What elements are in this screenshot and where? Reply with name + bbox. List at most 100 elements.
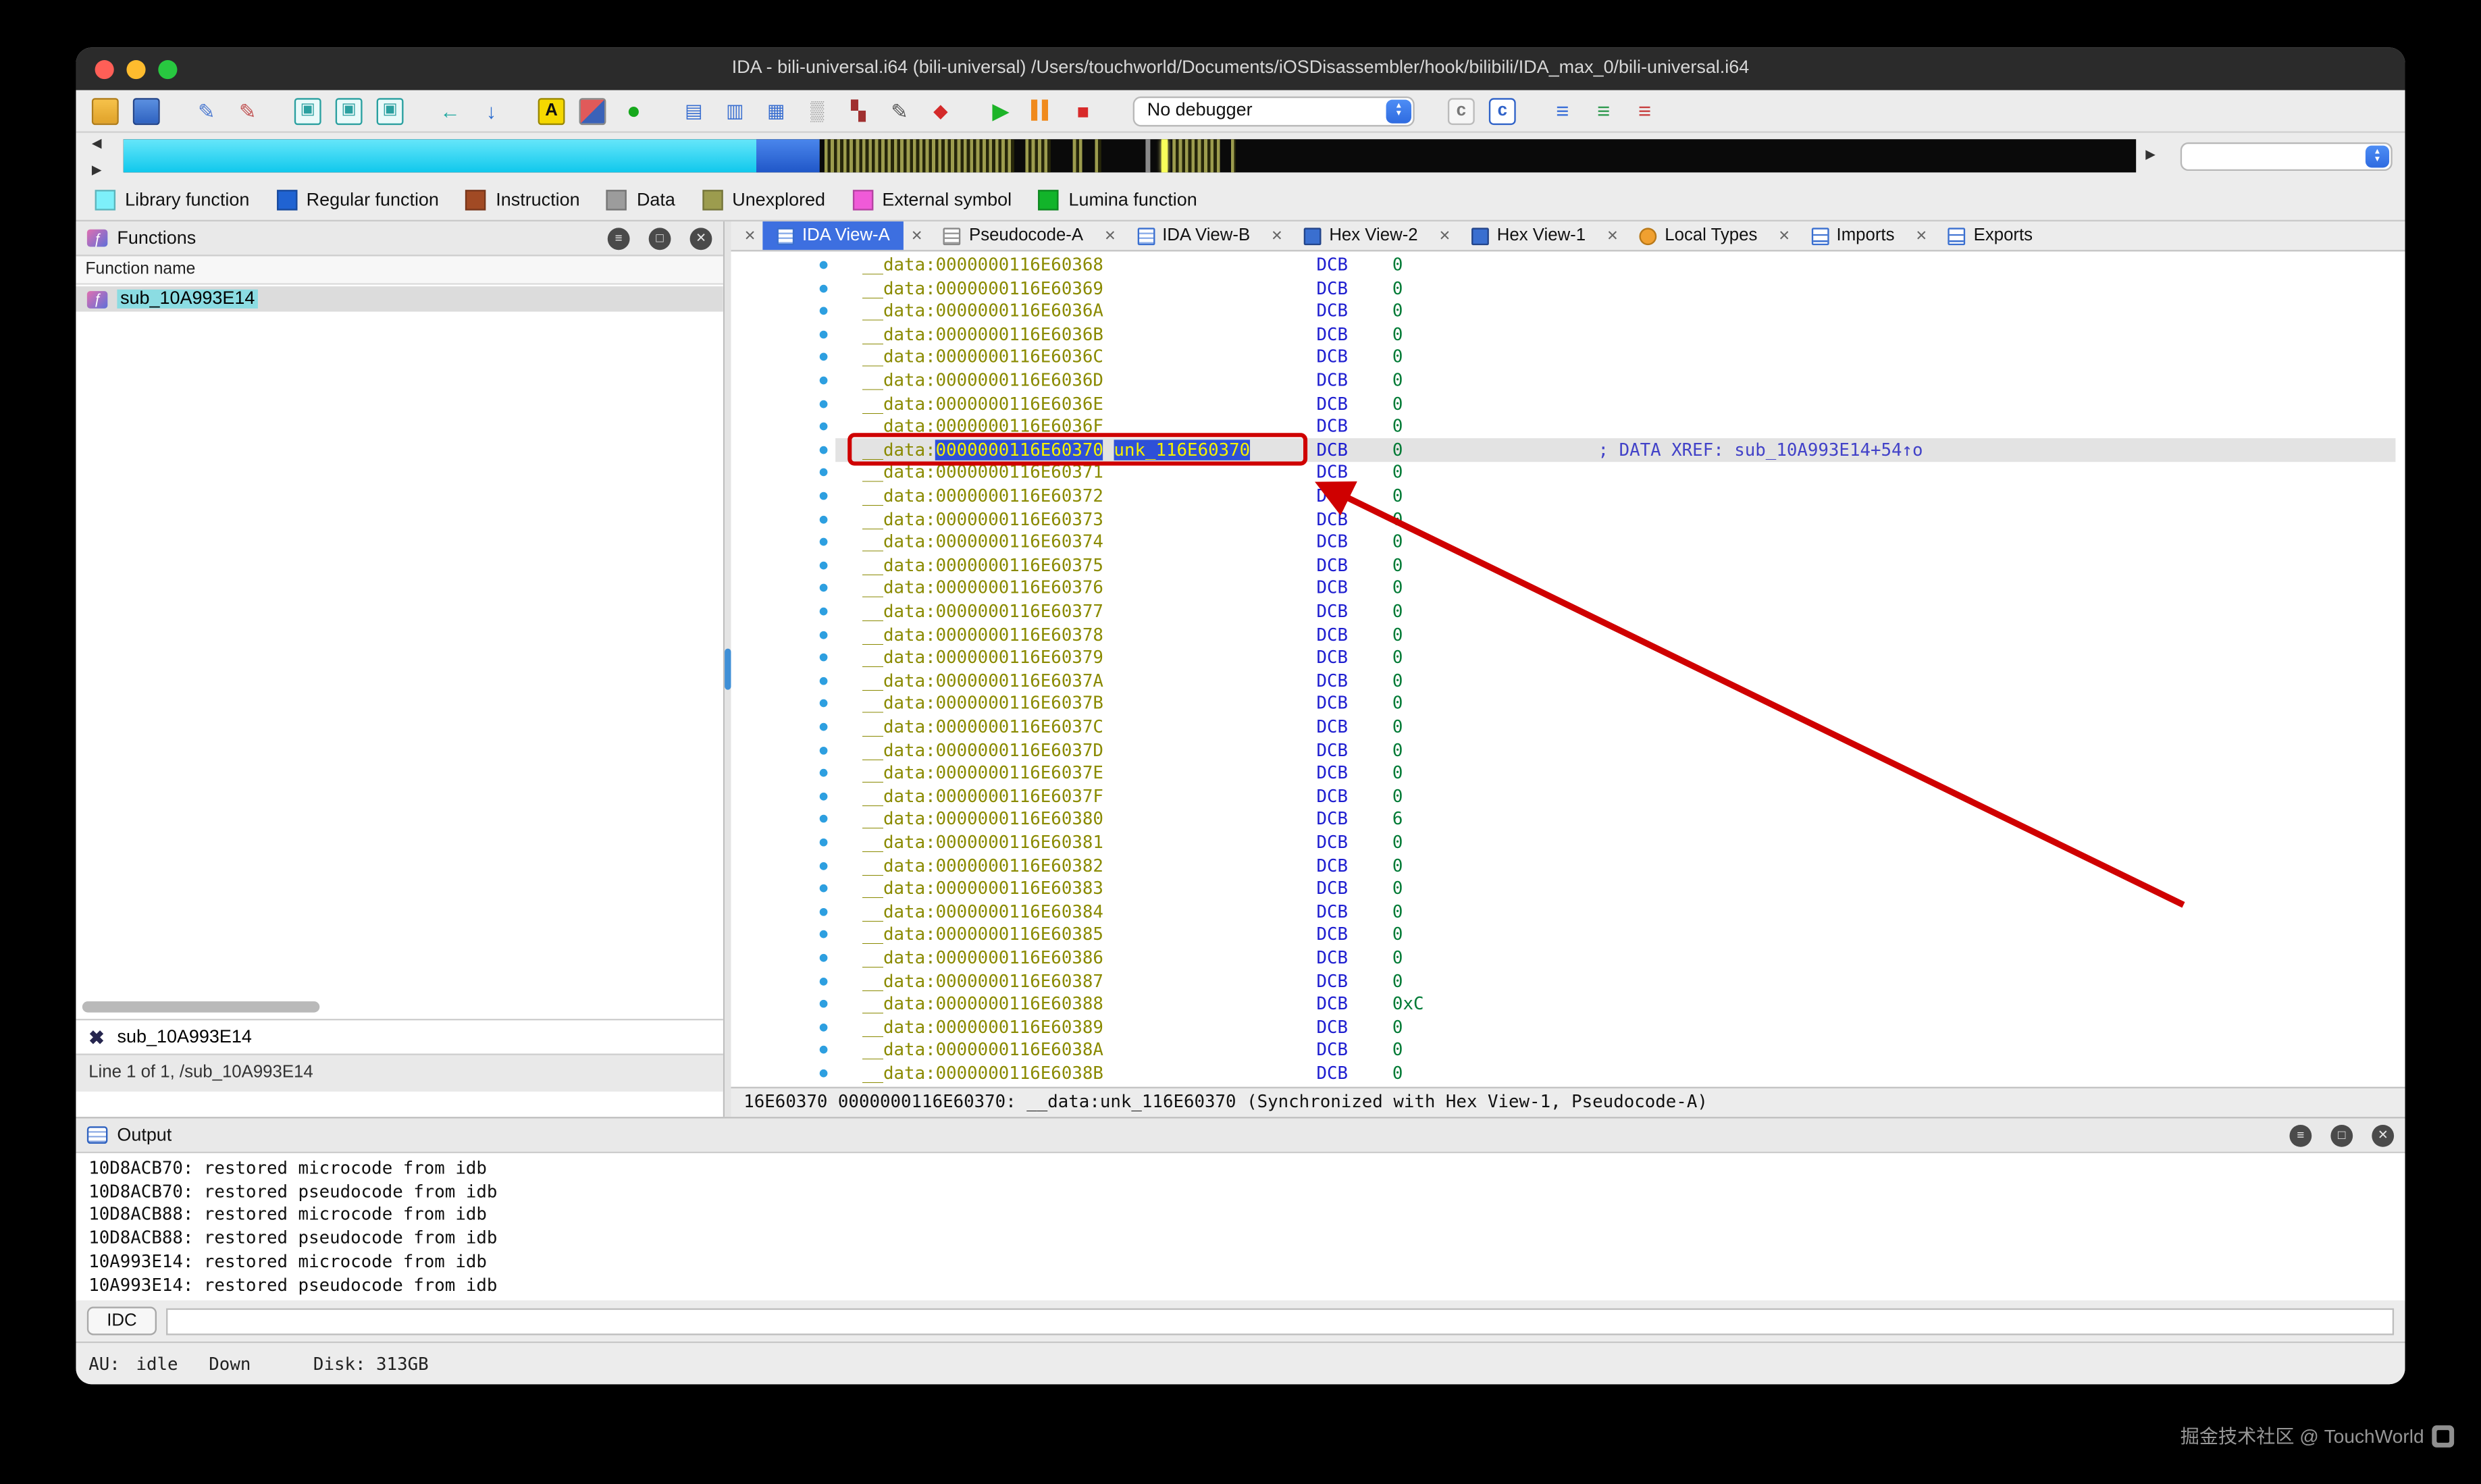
panel-menu-icon[interactable]: ≡ — [608, 227, 630, 249]
disasm-line[interactable]: __data:0000000116E6036CDCB0 — [731, 346, 2405, 369]
disasm-line[interactable]: __data:0000000116E60381DCB0 — [731, 830, 2405, 854]
start-process-icon[interactable]: ▶ — [987, 97, 1014, 124]
enums-icon[interactable]: ▦ — [762, 97, 789, 124]
navband-scroll-right[interactable]: ▶ — [2145, 147, 2155, 161]
disasm-line[interactable]: __data:0000000116E60388DCB0xC — [731, 992, 2405, 1016]
disasm-line[interactable]: __data:0000000116E60371DCB0 — [731, 461, 2405, 485]
disasm-line[interactable]: __data:0000000116E60369DCB0 — [731, 276, 2405, 300]
disasm-line[interactable]: __data:0000000116E60373DCB0 — [731, 507, 2405, 531]
panel-detach-icon[interactable]: □ — [649, 227, 671, 249]
run-until-return-icon[interactable]: c — [1448, 97, 1475, 124]
tab-close-icon[interactable]: ✕ — [737, 221, 762, 250]
open-pseudocode-icon[interactable]: c — [1489, 97, 1516, 124]
segments-icon[interactable]: ▤ — [681, 97, 708, 124]
debugger-select[interactable]: No debugger ▲▼ — [1133, 96, 1415, 126]
functions-filter-value[interactable]: sub_10A993E14 — [117, 1028, 252, 1046]
window-view-icon[interactable] — [377, 97, 404, 124]
disasm-line[interactable]: __data:0000000116E6037EDCB0 — [731, 761, 2405, 785]
disasm-line[interactable]: __data:0000000116E60386DCB0 — [731, 946, 2405, 970]
disasm-line[interactable]: __data:0000000116E60377DCB0 — [731, 600, 2405, 623]
navband-scroll-left[interactable]: ◀▶ — [92, 136, 114, 178]
breakpoint-list-icon[interactable]: ▒ — [804, 97, 831, 124]
disasm-line[interactable]: __data:0000000116E6036ADCB0 — [731, 299, 2405, 323]
navigation-band[interactable] — [124, 139, 2136, 172]
snapshot-icon[interactable] — [579, 97, 606, 124]
navband-zoom-select[interactable]: ▲▼ — [2180, 142, 2393, 171]
disasm-line[interactable]: __data:0000000116E6037DDCB0 — [731, 738, 2405, 762]
tab-ida-view-b[interactable]: IDA View-B — [1123, 221, 1265, 250]
close-window-button[interactable] — [95, 60, 114, 79]
disasm-line[interactable]: __data:0000000116E60372DCB0 — [731, 484, 2405, 508]
idc-command-input[interactable] — [166, 1308, 2394, 1335]
disasm-line[interactable]: __data:0000000116E60382DCB0 — [731, 853, 2405, 877]
functions-hscrollbar[interactable] — [82, 1001, 319, 1012]
stop-process-icon[interactable]: ■ — [1070, 97, 1097, 124]
minimize-window-button[interactable] — [126, 60, 145, 79]
disasm-line[interactable]: __data:0000000116E6037BDCB0 — [731, 692, 2405, 716]
zoom-window-button[interactable] — [158, 60, 177, 79]
function-list-item[interactable]: ƒsub_10A993E14 — [76, 286, 723, 311]
disasm-line[interactable]: __data:0000000116E60376DCB0 — [731, 577, 2405, 600]
disasm-line[interactable]: __data:0000000116E6038BDCB0 — [731, 1061, 2405, 1085]
disasm-line[interactable]: __data:0000000116E6037ADCB0 — [731, 669, 2405, 693]
disasm-line[interactable]: __data:0000000116E60375DCB0 — [731, 554, 2405, 577]
tab-close-icon[interactable]: ✕ — [1264, 221, 1289, 250]
tab-hex-view-2[interactable]: Hex View-2 — [1290, 221, 1432, 250]
disasm-line[interactable]: __data:0000000116E60380DCB6 — [731, 807, 2405, 831]
navigate-back-icon[interactable]: ← — [437, 97, 464, 124]
tab-close-icon[interactable]: ✕ — [1771, 221, 1796, 250]
tab-close-icon[interactable]: ✕ — [1909, 221, 1934, 250]
disasm-line[interactable]: __data:0000000116E6036FDCB0 — [731, 415, 2405, 438]
disassembly-view[interactable]: __data:0000000116E60368DCB0__data:000000… — [731, 252, 2405, 1087]
lumina-icon[interactable]: ● — [620, 97, 647, 124]
tab-ida-view-a[interactable]: IDA View-A — [762, 221, 904, 250]
disasm-line[interactable]: __data:0000000116E60384DCB0 — [731, 900, 2405, 924]
disasm-line[interactable]: __data:0000000116E60387DCB0 — [731, 969, 2405, 992]
disasm-line[interactable]: __data:0000000116E6036BDCB0 — [731, 323, 2405, 346]
patch-icon[interactable]: ✎ — [886, 97, 913, 124]
window-list-icon[interactable] — [336, 97, 363, 124]
disasm-line[interactable]: __data:0000000116E60368DCB0 — [731, 253, 2405, 277]
disasm-line[interactable]: __data:0000000116E6037CDCB0 — [731, 715, 2405, 739]
disasm-line[interactable]: __data:0000000116E6036EDCB0 — [731, 392, 2405, 415]
structures-icon[interactable]: ▥ — [721, 97, 748, 124]
jump-to-address-icon[interactable]: ↓ — [478, 97, 505, 124]
panel-close-icon[interactable]: ✕ — [690, 227, 712, 249]
output-log[interactable]: 10D8ACB70: restored microcode from idb10… — [76, 1153, 2405, 1302]
tracing-icon[interactable]: ▚ — [845, 97, 872, 124]
xref-comment[interactable]: ; DATA XREF: sub_10A993E14+54↑o — [1598, 438, 1923, 462]
panel-detach-icon[interactable]: □ — [2330, 1124, 2353, 1146]
tab-close-icon[interactable]: ✕ — [1097, 221, 1122, 250]
disasm-line[interactable]: __data:0000000116E60383DCB0 — [731, 877, 2405, 901]
tab-local-types[interactable]: Local Types — [1625, 221, 1772, 250]
disasm-line[interactable]: __data:0000000116E60385DCB0 — [731, 923, 2405, 947]
tab-imports[interactable]: Imports — [1797, 221, 1909, 250]
open-file-icon[interactable] — [92, 97, 119, 124]
disasm-line[interactable]: __data:0000000116E6038ADCB0 — [731, 1038, 2405, 1062]
tab-close-icon[interactable]: ✕ — [904, 221, 929, 250]
edit-annotate-icon[interactable] — [234, 97, 261, 124]
disasm-line[interactable]: __data:0000000116E60389DCB0 — [731, 1015, 2405, 1039]
idc-button[interactable]: IDC — [87, 1306, 157, 1335]
tab-close-icon[interactable]: ✕ — [1600, 221, 1625, 250]
function-name[interactable]: sub_10A993E14 — [117, 290, 258, 309]
tab-exports[interactable]: Exports — [1934, 221, 2047, 250]
quick-annotate-icon[interactable] — [193, 97, 220, 124]
tab-close-icon[interactable]: ✕ — [1432, 221, 1457, 250]
disasm-line[interactable]: __data:0000000116E60379DCB0 — [731, 645, 2405, 669]
cancel-analysis-icon[interactable]: ◆ — [927, 97, 954, 124]
panel-menu-icon[interactable]: ≡ — [2289, 1124, 2312, 1146]
watches-icon[interactable]: ≡ — [1590, 97, 1617, 124]
problems-icon[interactable]: ≡ — [1631, 97, 1659, 124]
pause-process-icon[interactable]: ▌▌ — [1028, 97, 1055, 124]
tab-pseudocode-a[interactable]: Pseudocode-A — [929, 221, 1097, 250]
call-stack-icon[interactable]: ≡ — [1549, 97, 1576, 124]
disasm-line[interactable]: __data:0000000116E6036DDCB0 — [731, 369, 2405, 392]
splitter-handle-icon[interactable] — [725, 649, 731, 690]
panel-splitter[interactable] — [725, 221, 731, 1117]
save-icon[interactable] — [133, 97, 160, 124]
text-search-icon[interactable]: A — [538, 97, 565, 124]
clear-filter-icon[interactable]: ✖ — [88, 1026, 105, 1049]
disasm-line[interactable]: __data:0000000116E60370 unk_116E60370DCB… — [731, 438, 2405, 462]
panel-close-icon[interactable]: ✕ — [2372, 1124, 2394, 1146]
